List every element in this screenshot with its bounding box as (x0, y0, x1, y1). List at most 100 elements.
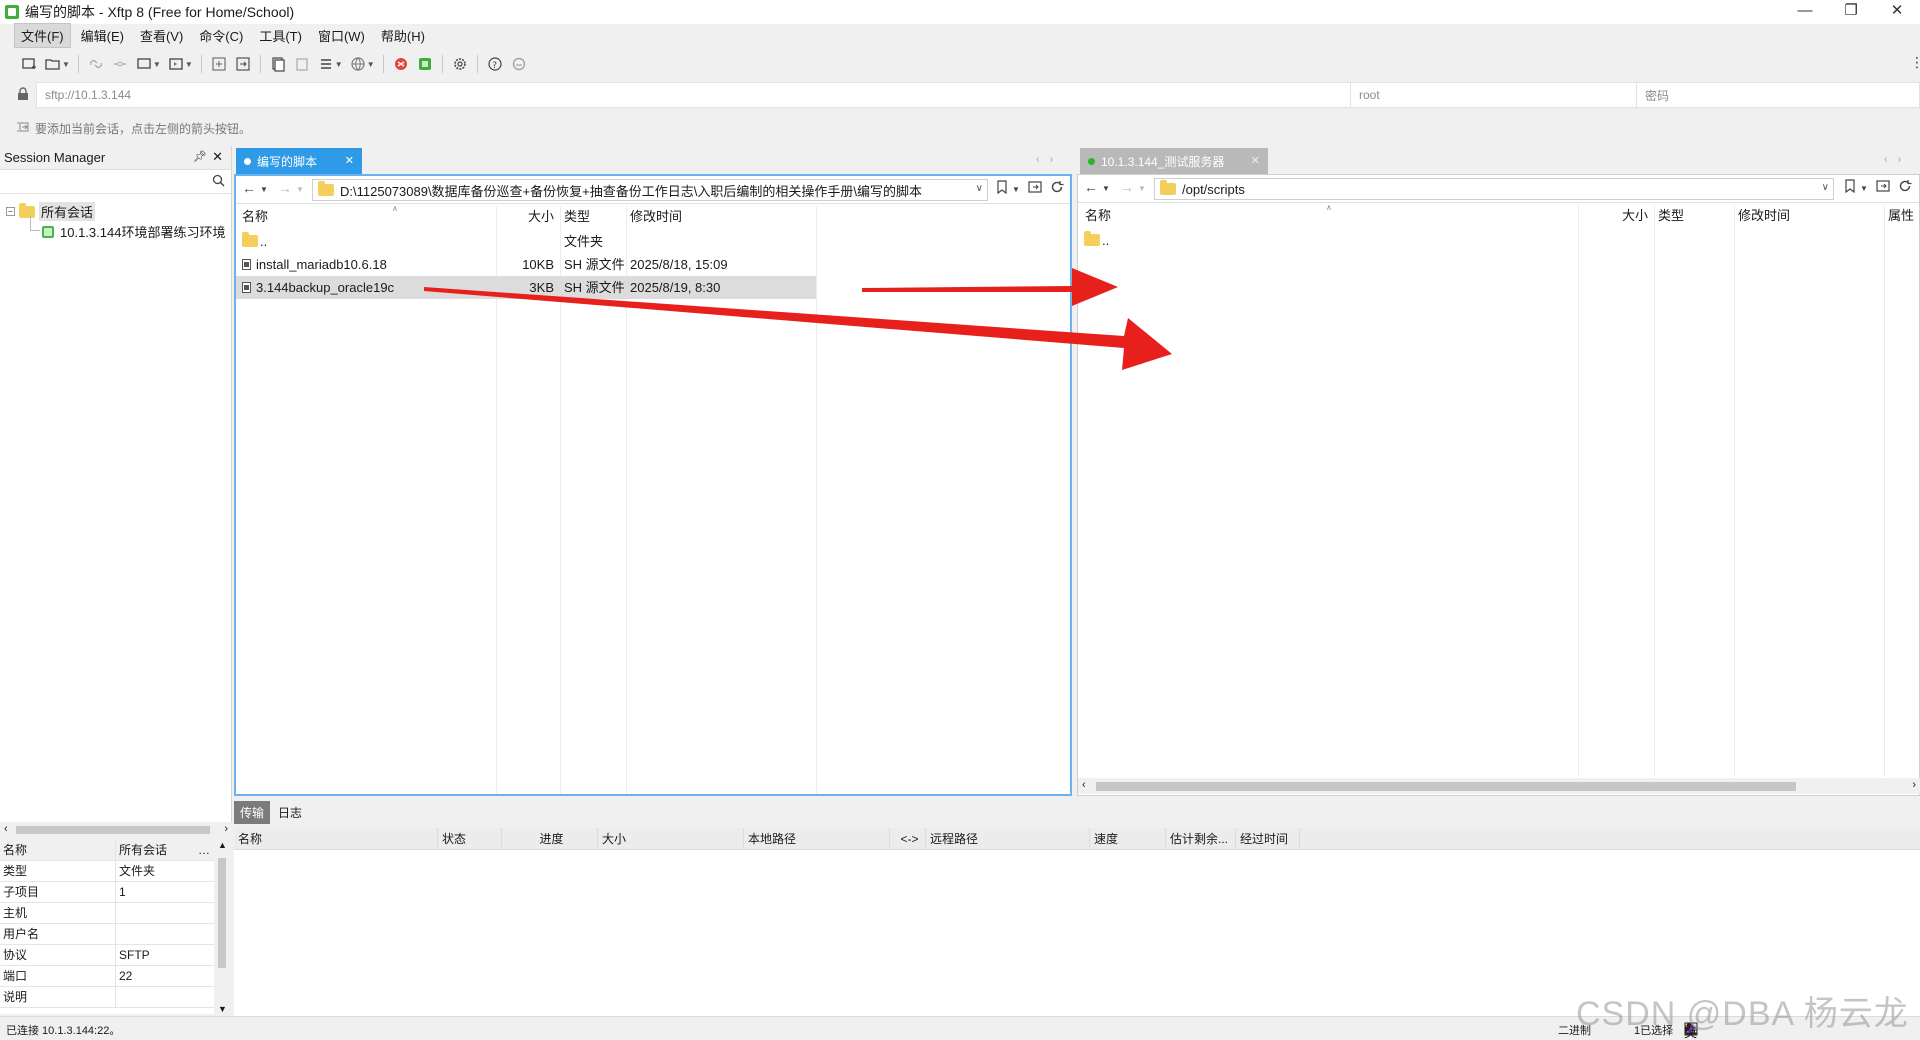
local-path-field[interactable]: D:\1125073089\数据库备份巡查+备份恢复+抽查备份工作日志\入职后编… (312, 179, 988, 201)
minimize-button[interactable]: — (1782, 0, 1828, 24)
maximize-button[interactable]: ❐ (1828, 0, 1874, 24)
scroll-left-icon[interactable]: ‹ (4, 823, 8, 835)
file-row[interactable]: install_mariadb10.6.18 10KB SH 源文件 2025/… (236, 253, 1070, 276)
pin-icon[interactable]: 📌︎ (193, 150, 207, 163)
tree-item-session[interactable]: 10.1.3.144环境部署练习环境 (42, 222, 230, 241)
go-to-folder-icon[interactable] (1028, 180, 1043, 197)
password-field[interactable]: 密码 (1636, 82, 1920, 108)
back-arrow-icon[interactable]: ← (1084, 179, 1098, 195)
tab-remote-server[interactable]: 10.1.3.144_测试服务器 ✕ (1080, 148, 1268, 174)
window-dropdown-icon[interactable]: ▼ (153, 60, 161, 69)
paste-icon[interactable] (291, 53, 313, 75)
menu-window[interactable]: 窗口(W) (312, 24, 371, 47)
forward-dropdown-icon[interactable]: ▼ (1138, 184, 1146, 193)
xftp-icon[interactable] (414, 53, 436, 75)
go-to-folder-icon[interactable] (1876, 179, 1891, 196)
list-view-icon[interactable] (315, 53, 337, 75)
path-dropdown-icon[interactable]: ∨ (976, 183, 983, 194)
globe-icon[interactable] (347, 53, 369, 75)
refresh-icon[interactable] (1898, 179, 1912, 196)
menu-help[interactable]: 帮助(H) (375, 24, 431, 47)
menu-view[interactable]: 查看(V) (134, 24, 189, 47)
forward-dropdown-icon[interactable]: ▼ (296, 185, 304, 194)
scroll-down-icon[interactable]: ▼ (218, 1004, 227, 1014)
search-icon[interactable] (212, 174, 225, 190)
col-transfer-name[interactable]: 名称 (234, 828, 438, 850)
tab-log[interactable]: 日志 (272, 801, 308, 824)
chat-icon[interactable] (508, 53, 530, 75)
col-transfer-local-path[interactable]: 本地路径 (744, 828, 890, 850)
col-transfer-progress[interactable]: 进度 (502, 828, 598, 850)
scroll-thumb[interactable] (16, 826, 210, 834)
menu-command[interactable]: 命令(C) (193, 24, 249, 47)
remote-horizontal-scrollbar[interactable]: ‹ › (1078, 778, 1920, 794)
disconnect-link-icon[interactable] (109, 53, 131, 75)
col-transfer-speed[interactable]: 速度 (1090, 828, 1166, 850)
file-row-selected[interactable]: 3.144backup_oracle19c 3KB SH 源文件 2025/8/… (236, 276, 816, 299)
add-session-arrow-icon[interactable] (16, 121, 30, 136)
col-header-type[interactable]: 类型 (1654, 205, 1734, 227)
back-dropdown-icon[interactable]: ▼ (260, 185, 268, 194)
bookmark-icon[interactable] (996, 180, 1008, 197)
col-header-name[interactable]: 名称 (238, 206, 496, 228)
tab-close-icon[interactable]: ✕ (345, 154, 354, 167)
col-header-attributes[interactable]: 属性 (1884, 205, 1920, 227)
tab-transfer[interactable]: 传输 (234, 800, 271, 824)
refresh-icon[interactable] (1050, 180, 1064, 197)
col-header-size[interactable]: 大小 (496, 206, 560, 228)
menu-edit[interactable]: 编辑(E) (75, 24, 130, 47)
close-panel-icon[interactable]: ✕ (212, 149, 223, 165)
col-transfer-direction[interactable]: <-> (890, 828, 926, 850)
col-transfer-size[interactable]: 大小 (598, 828, 744, 850)
back-dropdown-icon[interactable]: ▼ (1102, 184, 1110, 193)
scroll-right-icon[interactable]: › (1912, 779, 1916, 791)
more-options-icon[interactable]: ⋮ (1910, 54, 1920, 71)
host-address-field[interactable]: sftp://10.1.3.144 ▼ (36, 82, 1364, 108)
file-row[interactable]: .. 文件夹 (236, 230, 1070, 253)
terminal-dropdown-icon[interactable]: ▼ (185, 60, 193, 69)
bookmark-icon[interactable] (1844, 179, 1856, 196)
help-icon[interactable]: ? (484, 53, 506, 75)
menu-file[interactable]: 文件(F) (14, 22, 71, 48)
view-dropdown-icon[interactable]: ▼ (335, 60, 343, 69)
encoding-dropdown-icon[interactable]: ▼ (367, 60, 375, 69)
username-field[interactable]: root (1350, 82, 1644, 108)
new-window-icon[interactable] (133, 53, 155, 75)
scroll-left-icon[interactable]: ‹ (1082, 779, 1086, 791)
tab-close-icon[interactable]: ✕ (1251, 154, 1260, 167)
file-row[interactable]: .. (1078, 229, 1918, 252)
more-icon[interactable]: … (198, 840, 210, 860)
xshell-icon[interactable] (390, 53, 412, 75)
col-transfer-eta[interactable]: 估计剩余... (1166, 828, 1236, 850)
col-header-size[interactable]: 大小 (1578, 205, 1654, 227)
col-header-modified[interactable]: 修改时间 (1734, 205, 1884, 227)
col-transfer-remote-path[interactable]: 远程路径 (926, 828, 1090, 850)
tab-local-folder[interactable]: 编写的脚本 ✕ (236, 148, 362, 174)
open-folder-icon[interactable] (42, 53, 64, 75)
bookmark-dropdown-icon[interactable]: ▼ (1012, 185, 1020, 194)
col-transfer-elapsed[interactable]: 经过时间 (1236, 828, 1300, 850)
scroll-thumb[interactable] (1096, 782, 1796, 791)
path-dropdown-icon[interactable]: ∨ (1822, 182, 1829, 193)
back-arrow-icon[interactable]: ← (242, 180, 256, 196)
connect-link-icon[interactable] (85, 53, 107, 75)
close-button[interactable]: ✕ (1874, 0, 1920, 24)
new-session-icon[interactable] (18, 53, 40, 75)
remote-path-field[interactable]: /opt/scripts ∨ (1154, 178, 1834, 200)
properties-vertical-scrollbar[interactable]: ▲ ▼ (214, 840, 230, 1014)
session-horizontal-scrollbar[interactable]: ‹ › (0, 822, 232, 838)
tree-root-all-sessions[interactable]: − 所有会话 (6, 202, 96, 221)
collapse-icon[interactable]: − (6, 207, 15, 216)
scroll-up-icon[interactable]: ▲ (218, 840, 227, 850)
col-header-type[interactable]: 类型 (560, 206, 626, 228)
download-icon[interactable] (232, 53, 254, 75)
scroll-right-icon[interactable]: › (224, 823, 228, 835)
menu-tools[interactable]: 工具(T) (253, 24, 308, 47)
forward-arrow-icon[interactable]: → (1120, 179, 1134, 195)
terminal-icon[interactable] (165, 53, 187, 75)
bookmark-dropdown-icon[interactable]: ▼ (1860, 184, 1868, 193)
upload-icon[interactable] (208, 53, 230, 75)
copy-icon[interactable] (267, 53, 289, 75)
gear-icon[interactable] (449, 53, 471, 75)
open-dropdown-icon[interactable]: ▼ (62, 60, 70, 69)
